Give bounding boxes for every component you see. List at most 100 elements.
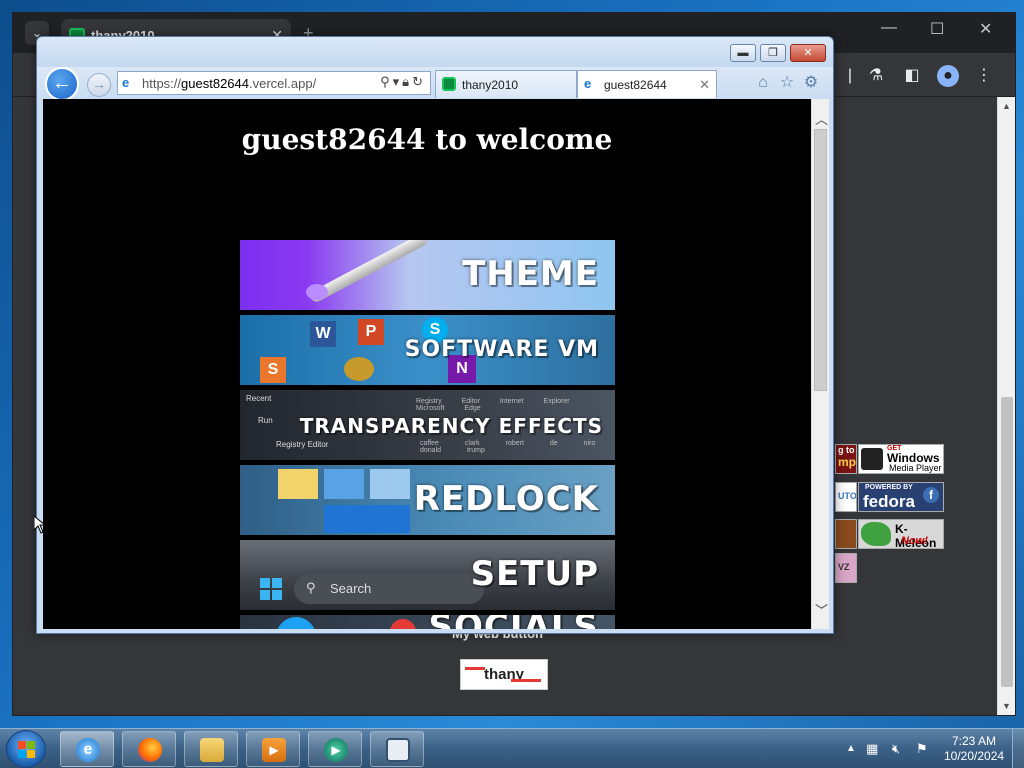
tile-icon	[324, 469, 364, 499]
thany-web-button[interactable]: thany	[460, 659, 548, 690]
windows-logo-icon	[260, 578, 282, 600]
ie-tab-guest82644[interactable]: e guest82644 ✕	[577, 70, 717, 98]
scroll-up-arrow-icon[interactable]: ▲	[1002, 101, 1011, 111]
badge-k-meleon[interactable]: K-Meleon Now!	[858, 519, 944, 549]
close-icon[interactable]: ✕	[699, 77, 710, 93]
flag-square	[18, 750, 26, 758]
show-hidden-icons-icon[interactable]: ▲	[846, 743, 856, 754]
ie-tab-title: guest82644	[604, 78, 667, 92]
minimize-button[interactable]: ▬	[730, 44, 756, 62]
partial-badge-text: VZ	[838, 562, 850, 572]
taskbar-media-player[interactable]: ▶	[246, 731, 300, 767]
banner-label: SETUP	[470, 554, 599, 594]
scroll-down-arrow-icon[interactable]: ▼	[1002, 701, 1011, 711]
menu-kebab-icon[interactable]: ⋮	[973, 65, 995, 87]
taskbar-wmp[interactable]: ▶	[308, 731, 362, 767]
start-button[interactable]	[6, 730, 46, 768]
favorites-star-icon[interactable]: ☆	[777, 73, 797, 93]
badge-main-text: fedora	[863, 492, 915, 511]
windows-media-player-icon: ▶	[324, 738, 348, 762]
badge-top-text: POWERED BY	[865, 484, 913, 491]
banner-redlock[interactable]: REDLOCK	[240, 465, 615, 535]
close-window-button[interactable]: ✕	[979, 19, 992, 39]
action-center-flag-icon[interactable]: ⚑	[916, 741, 928, 757]
taskbar-internet-explorer[interactable]: e	[60, 731, 114, 767]
profile-avatar-icon[interactable]: ●	[937, 65, 959, 87]
fedora-logo-icon: f	[923, 487, 939, 503]
scrollbar-thumb[interactable]	[814, 129, 827, 391]
badge-sub-text: Now!	[901, 535, 928, 547]
banner-software-vm[interactable]: W P S S N SOFTWARE VM	[240, 315, 615, 385]
address-url[interactable]: https://guest82644.vercel.app/	[142, 76, 316, 91]
partial-badge-face[interactable]	[835, 519, 857, 549]
cursor-arrow-icon	[34, 516, 46, 534]
scroll-down-arrow-icon[interactable]: ﹀	[815, 600, 828, 619]
taskbar-file-explorer[interactable]	[184, 731, 238, 767]
ie-titlebar[interactable]: ▬ ❐ ✕	[37, 37, 833, 67]
partial-badge-auto[interactable]: UTO	[835, 482, 857, 512]
taskbar-firefox[interactable]	[122, 731, 176, 767]
banner-label: TRANSPARENCY EFFECTS	[299, 414, 603, 438]
flag-square	[18, 741, 26, 749]
partial-badge-vz[interactable]: VZ	[835, 553, 857, 583]
scrollbar-thumb[interactable]	[1001, 397, 1013, 687]
taskbar-app-window[interactable]	[370, 731, 424, 767]
system-clock[interactable]: 7:23 AM 10/20/2024	[944, 734, 1004, 764]
banner-theme[interactable]: THEME	[240, 240, 615, 310]
ie-page-viewport: guest82644 to welcome THEME W P S S N SO…	[43, 99, 811, 629]
word-icon: W	[310, 321, 336, 347]
lock-icon[interactable]: 🔒︎	[402, 74, 412, 89]
partial-badge-text: g to	[838, 445, 855, 455]
badge-sub-text: Media Player	[889, 463, 942, 473]
partial-badge-text: mp	[838, 455, 856, 469]
network-icon[interactable]: ▦	[866, 741, 878, 757]
recent-person-label: robert de niro	[505, 440, 596, 447]
firefox-icon	[138, 738, 162, 762]
recent-app-label: Microsoft Edge	[416, 405, 481, 412]
banner-setup[interactable]: ⚲ Search SETUP	[240, 540, 615, 610]
folder-icon	[200, 738, 224, 762]
windows-flag-icon	[18, 741, 36, 759]
badge-fedora[interactable]: POWERED BY fedora f	[858, 482, 944, 512]
setup-search-box: ⚲ Search	[294, 574, 484, 604]
chameleon-icon	[861, 522, 891, 546]
chrome-page-scrollbar[interactable]: ▲ ▼	[997, 97, 1015, 715]
decor-stripe	[465, 667, 485, 670]
scroll-up-arrow-icon[interactable]: ︿	[815, 109, 828, 128]
recent-app-label: Registry Editor	[416, 398, 480, 405]
banner-transparency-effects[interactable]: Recent Run Registry Editor Registry Edit…	[240, 390, 615, 460]
labs-flask-icon[interactable]: ⚗	[865, 65, 887, 87]
tile-icon	[370, 469, 410, 499]
internet-explorer-icon: e	[76, 738, 100, 762]
address-bar[interactable]: e https://guest82644.vercel.app/ ⚲▾🔒︎↻	[117, 71, 431, 95]
maximize-button[interactable]: ☐	[930, 19, 944, 39]
banner-socials[interactable]: SOCIALS	[240, 615, 615, 629]
minimize-button[interactable]: —	[881, 19, 897, 37]
url-domain: guest82644	[181, 76, 249, 91]
windows-media-player-icon	[861, 448, 883, 470]
logo-square	[260, 590, 270, 600]
ie-tab-thany2010[interactable]: thany2010	[435, 70, 577, 98]
logo-square	[272, 590, 282, 600]
speaker-muted-icon[interactable]: 🔇︎	[892, 741, 900, 757]
logo-square	[260, 578, 270, 588]
decor-stripe	[511, 679, 541, 682]
restore-button[interactable]: ❐	[760, 44, 786, 62]
setup-search-text: Search	[330, 581, 372, 596]
address-controls[interactable]: ⚲▾🔒︎↻	[380, 74, 426, 90]
ie-page-scrollbar[interactable]: ︿ ﹀	[811, 99, 829, 629]
taskbar: e ▶ ▶ ▲ ▦ 🔇︎ ⚑ 7:23 AM 10/20/2024	[0, 728, 1024, 768]
side-panel-icon[interactable]: ◧	[901, 65, 923, 87]
home-icon[interactable]: ⌂	[753, 73, 773, 93]
dropdown-icon[interactable]: ▾	[393, 74, 403, 89]
partial-badge-winamp[interactable]: g to mp	[835, 444, 857, 474]
back-arrow-icon[interactable]: ←	[45, 67, 79, 101]
show-desktop-button[interactable]	[1012, 729, 1024, 768]
badge-windows-media-player[interactable]: GET Windows Media Player	[858, 444, 944, 474]
refresh-icon[interactable]: ↻	[412, 74, 426, 89]
search-icon[interactable]: ⚲	[380, 74, 393, 89]
close-window-button[interactable]: ✕	[790, 44, 826, 62]
gear-icon[interactable]: ⚙	[801, 73, 821, 93]
forward-arrow-icon[interactable]: →	[87, 73, 111, 97]
url-rest: .vercel.app/	[248, 76, 317, 91]
